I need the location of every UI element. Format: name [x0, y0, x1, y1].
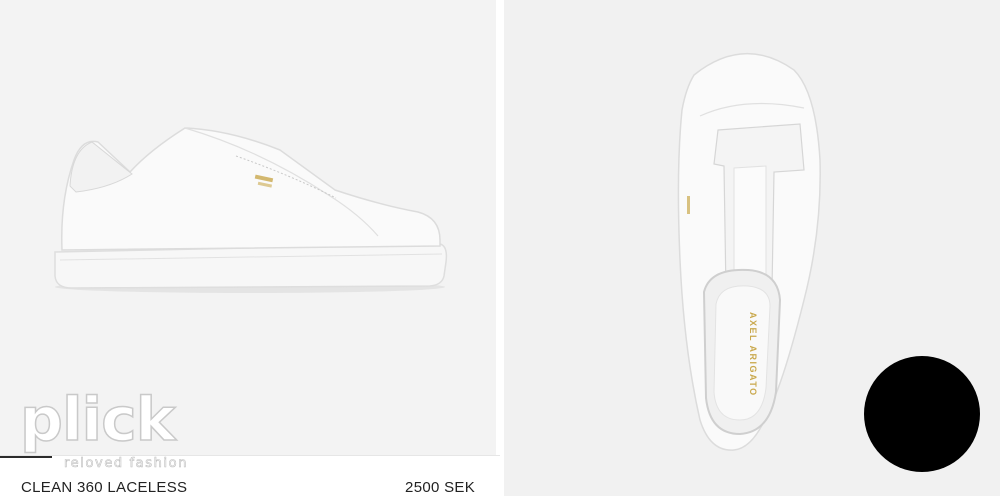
product-name: CLEAN 360 LACELESS [21, 479, 188, 496]
insole-brand-text: AXEL ARIGATO [748, 312, 758, 397]
logo-tagline: reloved fashion [64, 456, 189, 472]
logo-word: plick [19, 385, 176, 455]
plick-logo: plick reloved fashion [18, 385, 193, 473]
black-circle-button[interactable] [864, 356, 980, 472]
product-price: 2500 SEK [405, 479, 475, 496]
